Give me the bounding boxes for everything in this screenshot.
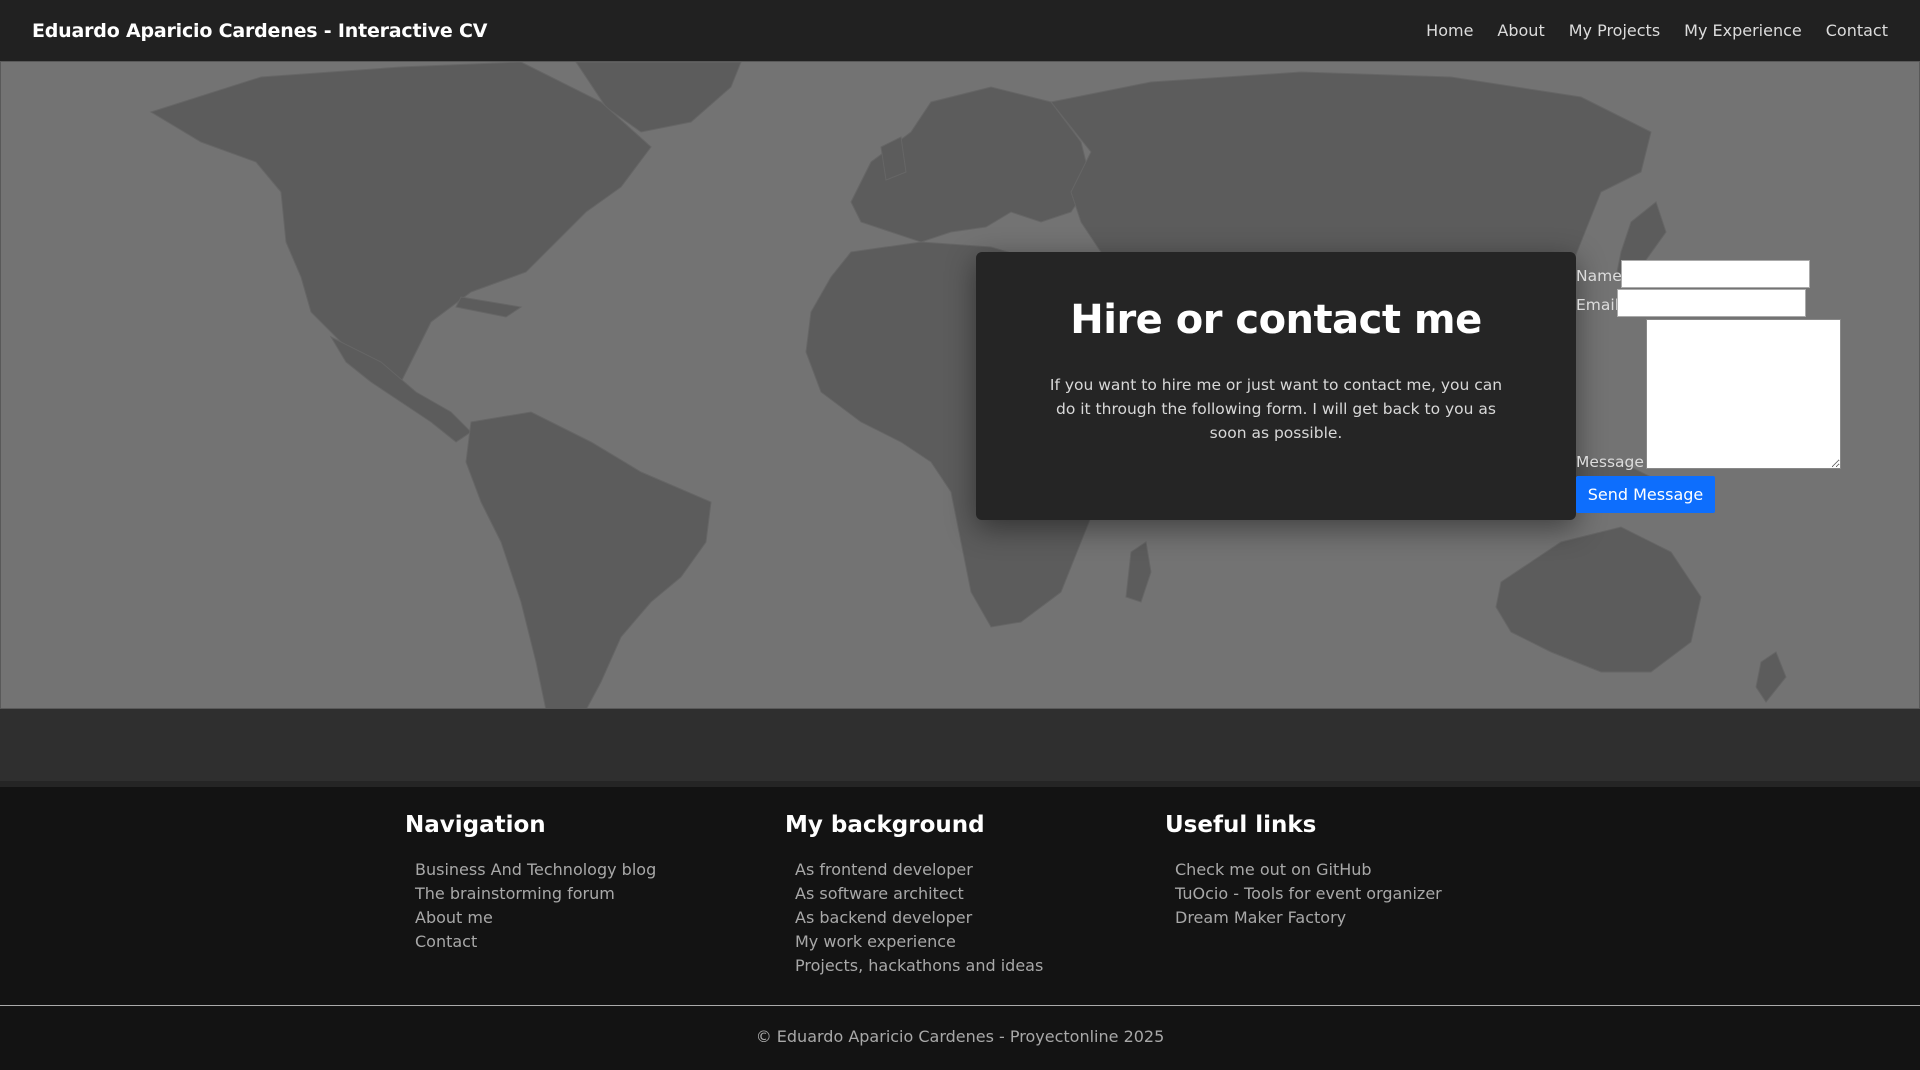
nav-link-contact[interactable]: Contact	[1814, 21, 1888, 40]
list-item: The brainstorming forum	[415, 882, 656, 906]
footer-link-work-experience[interactable]: My work experience	[795, 932, 956, 951]
top-navbar: Eduardo Aparicio Cardenes - Interactive …	[0, 0, 1920, 61]
nav-link-home[interactable]: Home	[1414, 21, 1485, 40]
list-item: Contact	[415, 930, 656, 954]
nav-link-about[interactable]: About	[1485, 21, 1556, 40]
map-land-north-america	[149, 62, 652, 383]
list-item: My work experience	[795, 930, 1043, 954]
footer-link-architect[interactable]: As software architect	[795, 884, 964, 903]
footer-link-contact[interactable]: Contact	[415, 932, 477, 951]
footer-divider	[0, 1005, 1920, 1006]
footer-link-blog[interactable]: Business And Technology blog	[415, 860, 656, 879]
contact-card: Hire or contact me If you want to hire m…	[976, 252, 1576, 520]
footer-link-backend[interactable]: As backend developer	[795, 908, 972, 927]
map-land-australia	[1495, 526, 1702, 673]
list-item: As software architect	[795, 882, 1043, 906]
message-textarea[interactable]	[1646, 319, 1841, 469]
footer-background-list: As frontend developer As software archit…	[785, 858, 1043, 978]
email-input[interactable]	[1617, 289, 1806, 317]
section-spacer	[0, 709, 1920, 781]
name-input[interactable]	[1621, 260, 1810, 288]
footer-link-forum[interactable]: The brainstorming forum	[415, 884, 615, 903]
list-item: As backend developer	[795, 906, 1043, 930]
map-land-cuba	[455, 296, 523, 318]
footer-background-heading: My background	[785, 812, 985, 838]
contact-map-section: Hire or contact me If you want to hire m…	[0, 61, 1920, 709]
footer-link-dream-maker[interactable]: Dream Maker Factory	[1175, 908, 1346, 927]
map-land-britain	[880, 136, 907, 181]
list-item: About me	[415, 906, 656, 930]
email-label: Email	[1576, 296, 1620, 314]
contact-title: Hire or contact me	[1070, 297, 1482, 343]
footer-navigation-heading: Navigation	[405, 812, 546, 838]
list-item: As frontend developer	[795, 858, 1043, 882]
list-item: Projects, hackathons and ideas	[795, 954, 1043, 978]
copyright-text: © Eduardo Aparicio Cardenes - Proyectonl…	[755, 1027, 1165, 1046]
list-item: TuOcio - Tools for event organizer	[1175, 882, 1442, 906]
nav-links: Home About My Projects My Experience Con…	[1414, 21, 1888, 40]
footer-link-frontend[interactable]: As frontend developer	[795, 860, 973, 879]
list-item: Check me out on GitHub	[1175, 858, 1442, 882]
contact-form: Name Email Message Send Message	[1576, 258, 1846, 518]
message-label: Message	[1576, 453, 1644, 471]
footer-useful-links-heading: Useful links	[1165, 812, 1317, 838]
list-item: Business And Technology blog	[415, 858, 656, 882]
list-item: Dream Maker Factory	[1175, 906, 1442, 930]
footer-navigation-column: Navigation Business And Technology blog …	[405, 812, 656, 954]
footer-useful-links-column: Useful links Check me out on GitHub TuOc…	[1165, 812, 1442, 930]
footer-navigation-list: Business And Technology blog The brainst…	[405, 858, 656, 954]
name-label: Name	[1576, 267, 1622, 285]
map-land-madagascar	[1125, 541, 1152, 603]
contact-description: If you want to hire me or just want to c…	[1049, 376, 1503, 442]
footer-background-column: My background As frontend developer As s…	[785, 812, 1043, 978]
map-land-new-zealand	[1755, 651, 1787, 703]
nav-link-my-projects[interactable]: My Projects	[1557, 21, 1672, 40]
map-land-south-america	[465, 411, 712, 708]
nav-link-my-experience[interactable]: My Experience	[1672, 21, 1814, 40]
footer-link-projects[interactable]: Projects, hackathons and ideas	[795, 956, 1043, 975]
footer-link-tuocio[interactable]: TuOcio - Tools for event organizer	[1175, 884, 1442, 903]
footer-link-about-me[interactable]: About me	[415, 908, 493, 927]
site-brand[interactable]: Eduardo Aparicio Cardenes - Interactive …	[32, 20, 487, 42]
footer-useful-links-list: Check me out on GitHub TuOcio - Tools fo…	[1165, 858, 1442, 930]
send-message-button[interactable]: Send Message	[1576, 476, 1715, 513]
footer-link-github[interactable]: Check me out on GitHub	[1175, 860, 1372, 879]
